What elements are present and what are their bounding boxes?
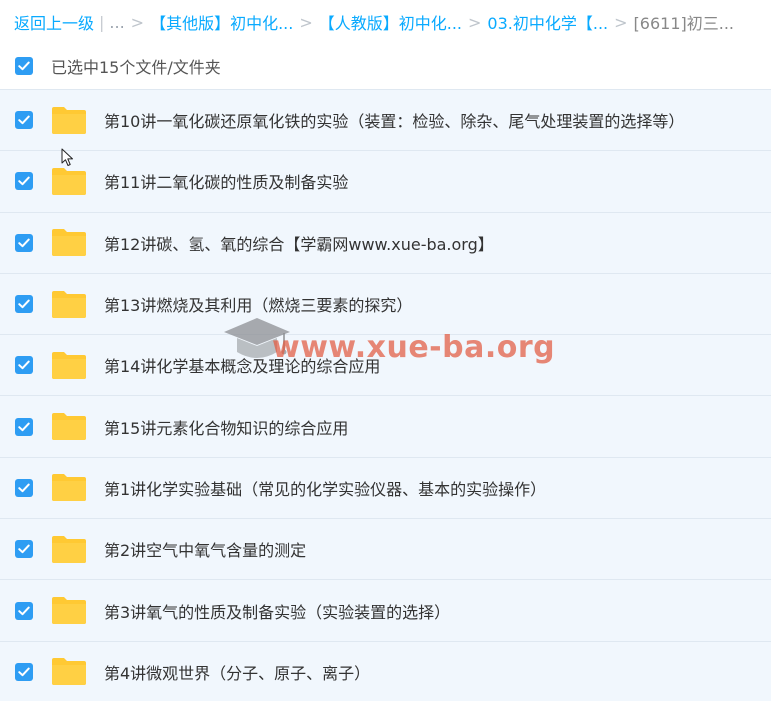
breadcrumb-separator: >: [614, 12, 628, 32]
row-checkbox[interactable]: [15, 233, 33, 252]
file-list: 第10讲一氧化碳还原氧化铁的实验（装置：检验、除杂、尾气处理装置的选择等） 第11…: [0, 89, 771, 701]
check-icon: [18, 238, 30, 247]
breadcrumb: 返回上一级 | ... > 【其他版】初中化... > 【人教版】初中化... …: [0, 0, 771, 44]
row-checkbox[interactable]: [15, 540, 33, 559]
file-row[interactable]: 第13讲燃烧及其利用（燃烧三要素的探究）: [0, 272, 771, 335]
file-name: 第3讲氧气的性质及制备实验（实验装置的选择）: [104, 602, 451, 622]
file-row[interactable]: 第2讲空气中氧气含量的测定: [0, 518, 771, 580]
file-name: 第12讲碳、氢、氧的综合【学霸网www.xue-ba.org】: [104, 234, 494, 254]
breadcrumb-separator: >: [130, 12, 145, 32]
file-name: 第11讲二氧化碳的性质及制备实验: [104, 173, 349, 193]
back-link[interactable]: 返回上一级: [14, 10, 94, 34]
file-name: 第15讲元素化合物知识的综合应用: [104, 418, 349, 438]
check-icon: [18, 544, 30, 554]
check-icon: [18, 606, 30, 615]
row-checkbox[interactable]: [15, 111, 33, 130]
breadcrumb-pipe: |: [99, 12, 105, 32]
breadcrumb-item-2[interactable]: 【人教版】初中化...: [319, 10, 462, 34]
file-row[interactable]: 第12讲碳、氢、氧的综合【学霸网www.xue-ba.org】: [0, 211, 771, 273]
row-checkbox[interactable]: [15, 601, 33, 620]
file-name: 第4讲微观世界（分子、原子、离子）: [104, 663, 371, 683]
file-browser: 返回上一级 | ... > 【其他版】初中化... > 【人教版】初中化... …: [0, 0, 771, 701]
selection-count-label: 已选中15个文件/文件夹: [51, 58, 221, 77]
file-row[interactable]: 第11讲二氧化碳的性质及制备实验: [0, 150, 771, 212]
file-name: 第1讲化学实验基础（常见的化学实验仪器、基本的实验操作）: [104, 479, 547, 499]
breadcrumb-item-1[interactable]: 【其他版】初中化...: [150, 10, 293, 34]
file-row[interactable]: 第15讲元素化合物知识的综合应用: [0, 395, 771, 457]
file-name: 第2讲空气中氧气含量的测定: [104, 541, 307, 561]
folder-icon: [52, 597, 86, 625]
file-row[interactable]: 第14讲化学基本概念及理论的综合应用: [0, 334, 771, 396]
select-all-checkbox[interactable]: [15, 57, 33, 75]
select-all-row: 已选中15个文件/文件夹: [0, 44, 771, 88]
folder-icon: [52, 290, 86, 318]
row-checkbox[interactable]: [15, 295, 33, 314]
file-row[interactable]: 第10讲一氧化碳还原氧化铁的实验（装置：检验、除杂、尾气处理装置的选择等）: [0, 89, 771, 151]
file-name: 第13讲燃烧及其利用（燃烧三要素的探究）: [104, 296, 413, 316]
breadcrumb-current: [6611]初三...: [633, 14, 735, 33]
folder-icon: [52, 351, 86, 379]
folder-icon: [52, 229, 86, 257]
file-row[interactable]: 第1讲化学实验基础（常见的化学实验仪器、基本的实验操作）: [0, 456, 771, 519]
check-icon: [18, 667, 30, 677]
check-icon: [18, 61, 30, 71]
check-icon: [18, 177, 30, 186]
breadcrumb-separator: >: [468, 12, 482, 32]
check-icon: [18, 483, 30, 493]
check-icon: [18, 422, 30, 431]
row-checkbox[interactable]: [15, 356, 33, 375]
row-checkbox[interactable]: [15, 172, 33, 191]
folder-icon: [52, 167, 86, 195]
breadcrumb-ellipsis[interactable]: ...: [109, 13, 124, 32]
check-icon: [18, 115, 30, 125]
file-name: 第10讲一氧化碳还原氧化铁的实验（装置：检验、除杂、尾气处理装置的选择等）: [104, 112, 685, 132]
breadcrumb-separator: >: [299, 12, 313, 32]
row-checkbox[interactable]: [15, 417, 33, 436]
file-row[interactable]: 第4讲微观世界（分子、原子、离子）: [0, 640, 771, 701]
folder-icon: [52, 474, 86, 502]
breadcrumb-item-3[interactable]: 03.初中化学【...: [487, 10, 608, 34]
folder-icon: [52, 106, 86, 134]
folder-icon: [52, 535, 86, 563]
folder-icon: [52, 413, 86, 441]
file-name: 第14讲化学基本概念及理论的综合应用: [104, 357, 381, 377]
folder-icon: [52, 658, 86, 686]
check-icon: [18, 360, 30, 370]
check-icon: [18, 299, 30, 309]
row-checkbox[interactable]: [15, 478, 33, 497]
file-row[interactable]: 第3讲氧气的性质及制备实验（实验装置的选择）: [0, 579, 771, 641]
row-checkbox[interactable]: [15, 662, 33, 681]
